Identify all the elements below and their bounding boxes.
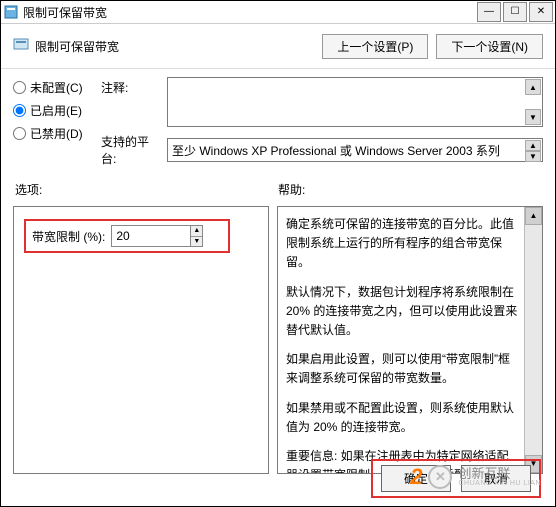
help-text-1: 确定系统可保留的连接带宽的百分比。此值限制系统上运行的所有程序的组合带宽保留。 bbox=[286, 215, 520, 273]
cancel-button[interactable]: 取消 bbox=[461, 465, 531, 492]
help-pane: 确定系统可保留的连接带宽的百分比。此值限制系统上运行的所有程序的组合带宽保留。 … bbox=[277, 206, 543, 474]
radio-enabled-input[interactable] bbox=[13, 104, 26, 117]
radio-enabled-label: 已启用(E) bbox=[30, 102, 82, 119]
spinner-down-icon[interactable]: ▼ bbox=[191, 237, 202, 247]
scroll-down-icon[interactable]: ▼ bbox=[525, 109, 541, 125]
minimize-button[interactable]: — bbox=[477, 2, 501, 22]
scroll-up-icon[interactable]: ▲ bbox=[525, 140, 541, 151]
spinner-up-icon[interactable]: ▲ bbox=[191, 226, 202, 237]
help-text-4: 如果禁用或不配置此设置，则系统使用默认值为 20% 的连接带宽。 bbox=[286, 399, 520, 437]
radio-not-configured[interactable]: 未配置(C) bbox=[13, 79, 101, 96]
maximize-button[interactable]: ☐ bbox=[503, 2, 527, 22]
titlebar: 限制可保留带宽 — ☐ ✕ bbox=[1, 1, 555, 24]
radio-disabled-label: 已禁用(D) bbox=[30, 125, 83, 142]
help-text-2: 默认情况下，数据包计划程序将系统限制在 20% 的连接带宽之内，但可以使用此设置… bbox=[286, 283, 520, 341]
window: 限制可保留带宽 — ☐ ✕ 限制可保留带宽 上一个设置(P) 下一个设置(N) … bbox=[0, 0, 556, 507]
toolbar-heading-text: 限制可保留带宽 bbox=[35, 38, 119, 55]
policy-icon bbox=[13, 37, 29, 56]
platform-scrollbar[interactable]: ▲ ▼ bbox=[525, 140, 541, 160]
bandwidth-limit-spinner[interactable]: ▲ ▼ bbox=[111, 225, 203, 247]
scroll-up-icon[interactable]: ▲ bbox=[525, 79, 541, 95]
help-label: 帮助: bbox=[278, 181, 541, 198]
platform-label: 支持的平台: bbox=[101, 133, 161, 167]
prev-setting-button[interactable]: 上一个设置(P) bbox=[322, 34, 428, 59]
platform-text: 至少 Windows XP Professional 或 Windows Ser… bbox=[172, 142, 500, 159]
radio-not-configured-label: 未配置(C) bbox=[30, 79, 83, 96]
help-scrollbar[interactable]: ▲ ▼ bbox=[524, 207, 542, 473]
comment-textarea[interactable]: ▲ ▼ bbox=[167, 77, 543, 127]
radio-enabled[interactable]: 已启用(E) bbox=[13, 102, 101, 119]
scroll-down-icon[interactable]: ▼ bbox=[525, 151, 541, 162]
bandwidth-limit-label: 带宽限制 (%): bbox=[32, 228, 105, 245]
footer: 确定 取消 bbox=[1, 459, 555, 498]
comment-scrollbar[interactable]: ▲ ▼ bbox=[525, 79, 541, 125]
comment-label: 注释: bbox=[101, 77, 161, 96]
radio-disabled[interactable]: 已禁用(D) bbox=[13, 125, 101, 142]
close-button[interactable]: ✕ bbox=[529, 2, 553, 22]
bandwidth-limit-input[interactable] bbox=[112, 226, 190, 246]
bandwidth-limit-row: 带宽限制 (%): ▲ ▼ bbox=[24, 219, 230, 253]
window-title: 限制可保留带宽 bbox=[23, 4, 477, 21]
toolbar-heading: 限制可保留带宽 bbox=[13, 37, 119, 56]
window-buttons: — ☐ ✕ bbox=[477, 2, 553, 22]
help-text-3: 如果启用此设置，则可以使用“带宽限制”框来调整系统可保留的带宽数量。 bbox=[286, 350, 520, 388]
radio-disabled-input[interactable] bbox=[13, 127, 26, 140]
ok-button[interactable]: 确定 bbox=[381, 465, 451, 492]
platform-field: 至少 Windows XP Professional 或 Windows Ser… bbox=[167, 138, 543, 162]
options-pane: 带宽限制 (%): ▲ ▼ bbox=[13, 206, 269, 474]
scroll-up-icon[interactable]: ▲ bbox=[525, 207, 542, 225]
toolbar: 限制可保留带宽 上一个设置(P) 下一个设置(N) bbox=[1, 24, 555, 69]
next-setting-button[interactable]: 下一个设置(N) bbox=[436, 34, 543, 59]
app-icon bbox=[3, 4, 19, 20]
body: 未配置(C) 已启用(E) 已禁用(D) 注释: ▲ bbox=[1, 69, 555, 474]
scroll-track[interactable] bbox=[525, 225, 542, 455]
state-radios: 未配置(C) 已启用(E) 已禁用(D) bbox=[13, 77, 101, 142]
radio-not-configured-input[interactable] bbox=[13, 81, 26, 94]
options-label: 选项: bbox=[15, 181, 278, 198]
